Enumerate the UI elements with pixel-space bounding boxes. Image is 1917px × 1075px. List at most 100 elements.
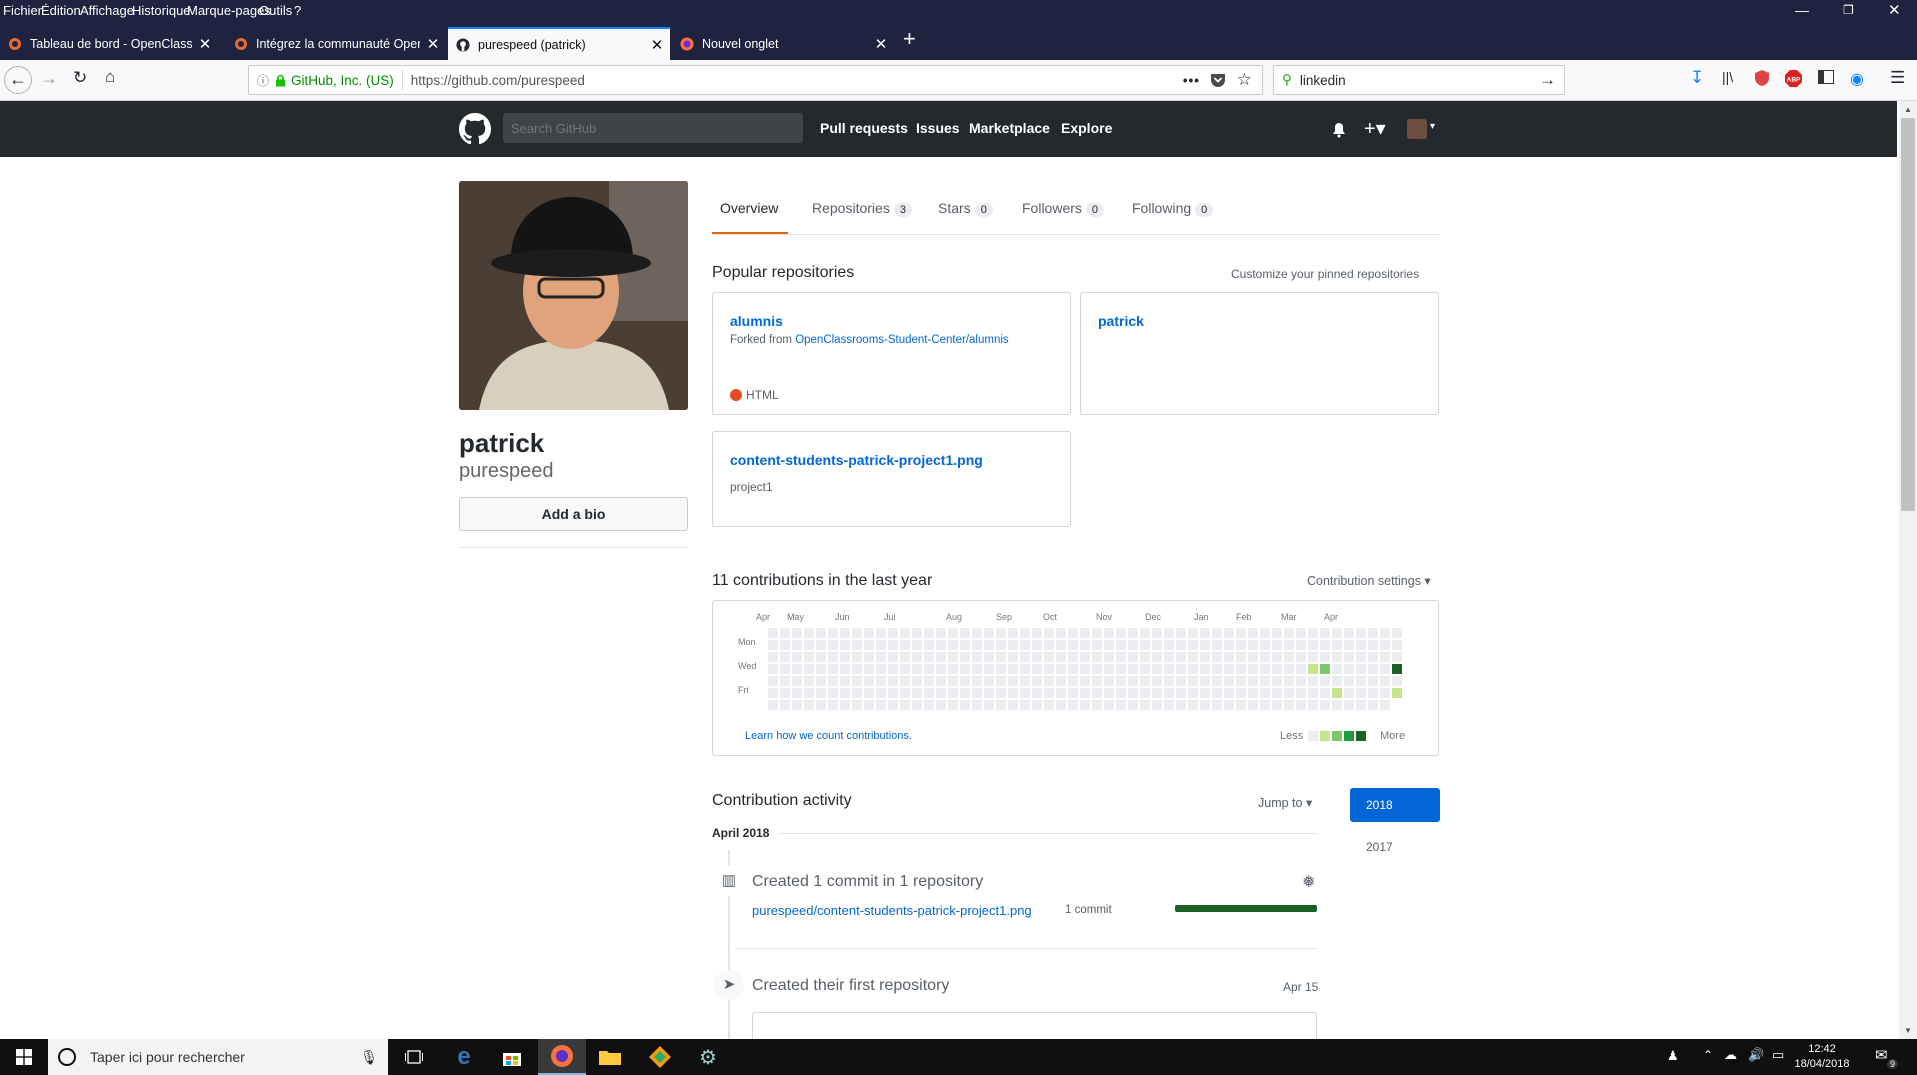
contribution-day[interactable]	[780, 628, 790, 638]
file-explorer-icon[interactable]	[586, 1039, 634, 1075]
contribution-day[interactable]	[888, 652, 898, 662]
contribution-day[interactable]	[1212, 664, 1222, 674]
contribution-day[interactable]	[840, 676, 850, 686]
contribution-day[interactable]	[948, 652, 958, 662]
contribution-day[interactable]	[1164, 676, 1174, 686]
contribution-day[interactable]	[1368, 652, 1378, 662]
contribution-day[interactable]	[1392, 664, 1402, 674]
repo-name-link[interactable]: content-students-patrick-project1.png	[730, 452, 983, 468]
contribution-day[interactable]	[1308, 676, 1318, 686]
contribution-day[interactable]	[804, 688, 814, 698]
contribution-day[interactable]	[924, 676, 934, 686]
contribution-day[interactable]	[1080, 628, 1090, 638]
contribution-day[interactable]	[1092, 640, 1102, 650]
contribution-day[interactable]	[1368, 664, 1378, 674]
clock[interactable]: 12:42 18/04/2018	[1792, 1042, 1852, 1072]
contribution-day[interactable]	[1224, 628, 1234, 638]
contribution-day[interactable]	[816, 700, 826, 710]
contribution-day[interactable]	[1032, 676, 1042, 686]
contribution-day[interactable]	[900, 640, 910, 650]
contribution-day[interactable]	[1056, 664, 1066, 674]
contribution-day[interactable]	[960, 628, 970, 638]
action-center-icon[interactable]: ✉	[1875, 1046, 1888, 1064]
contribution-day[interactable]	[1224, 640, 1234, 650]
contribution-day[interactable]	[1224, 688, 1234, 698]
contribution-day[interactable]	[984, 688, 994, 698]
contribution-day[interactable]	[1248, 628, 1258, 638]
contribution-day[interactable]	[1068, 628, 1078, 638]
contribution-day[interactable]	[1368, 688, 1378, 698]
contribution-day[interactable]	[1332, 688, 1342, 698]
contribution-day[interactable]	[924, 688, 934, 698]
contribution-day[interactable]	[1008, 640, 1018, 650]
network-icon[interactable]: ▭	[1772, 1047, 1784, 1063]
contribution-day[interactable]	[1260, 664, 1270, 674]
contribution-day[interactable]	[792, 640, 802, 650]
contribution-day[interactable]	[972, 652, 982, 662]
contribution-day[interactable]	[1308, 664, 1318, 674]
contribution-day[interactable]	[840, 688, 850, 698]
contribution-day[interactable]	[1296, 628, 1306, 638]
contribution-day[interactable]	[1296, 688, 1306, 698]
contribution-day[interactable]	[1272, 628, 1282, 638]
contribution-day[interactable]	[996, 676, 1006, 686]
contribution-day[interactable]	[804, 676, 814, 686]
contribution-day[interactable]	[1032, 700, 1042, 710]
url-text[interactable]: https://github.com/purespeed	[411, 73, 585, 88]
contribution-day[interactable]	[1176, 652, 1186, 662]
close-tab-icon[interactable]: ✕	[868, 35, 894, 53]
windows-start-icon[interactable]	[0, 1039, 48, 1075]
contribution-day[interactable]	[876, 676, 886, 686]
contribution-day[interactable]	[1344, 628, 1354, 638]
contribution-day[interactable]	[1200, 664, 1210, 674]
contribution-day[interactable]	[1164, 652, 1174, 662]
contribution-day[interactable]	[840, 652, 850, 662]
contribution-day[interactable]	[1188, 640, 1198, 650]
contribution-day[interactable]	[984, 700, 994, 710]
contribution-day[interactable]	[900, 664, 910, 674]
menu-fichier[interactable]: Fichier	[3, 3, 42, 18]
contribution-day[interactable]	[972, 688, 982, 698]
app-icon-2[interactable]: ⚙	[684, 1039, 732, 1075]
contribution-day[interactable]	[1020, 652, 1030, 662]
contribution-day[interactable]	[948, 700, 958, 710]
contribution-day[interactable]	[1176, 664, 1186, 674]
contribution-day[interactable]	[888, 676, 898, 686]
contribution-day[interactable]	[924, 652, 934, 662]
commit-repo-link[interactable]: purespeed/content-students-patrick-proje…	[752, 903, 1032, 918]
chevron-down-icon[interactable]: ▾	[1430, 121, 1435, 132]
contribution-day[interactable]	[1092, 700, 1102, 710]
contribution-day[interactable]	[1368, 628, 1378, 638]
contribution-day[interactable]	[1008, 628, 1018, 638]
contribution-day[interactable]	[1020, 676, 1030, 686]
contribution-day[interactable]	[1152, 664, 1162, 674]
contribution-day[interactable]	[1284, 652, 1294, 662]
contribution-day[interactable]	[1044, 640, 1054, 650]
tab-followers[interactable]: Followers 0	[1022, 200, 1105, 217]
contribution-day[interactable]	[984, 628, 994, 638]
contribution-day[interactable]	[1152, 676, 1162, 686]
contribution-day[interactable]	[924, 700, 934, 710]
contribution-day[interactable]	[1320, 700, 1330, 710]
contribution-day[interactable]	[792, 652, 802, 662]
contribution-day[interactable]	[1056, 700, 1066, 710]
contribution-day[interactable]	[852, 664, 862, 674]
contribution-day[interactable]	[1056, 652, 1066, 662]
contribution-day[interactable]	[1260, 640, 1270, 650]
contribution-day[interactable]	[1032, 652, 1042, 662]
contribution-day[interactable]	[1392, 676, 1402, 686]
contribution-day[interactable]	[1212, 652, 1222, 662]
contribution-day[interactable]	[828, 700, 838, 710]
contribution-day[interactable]	[768, 664, 778, 674]
contribution-day[interactable]	[864, 628, 874, 638]
contribution-day[interactable]	[1332, 676, 1342, 686]
contribution-day[interactable]	[912, 688, 922, 698]
contribution-day[interactable]	[1020, 664, 1030, 674]
close-tab-icon[interactable]: ✕	[192, 35, 218, 53]
restore-icon[interactable]: ❐	[1843, 3, 1854, 17]
contribution-day[interactable]	[804, 628, 814, 638]
contribution-day[interactable]	[1128, 628, 1138, 638]
contribution-day[interactable]	[972, 628, 982, 638]
contribution-day[interactable]	[816, 688, 826, 698]
contribution-day[interactable]	[1380, 628, 1390, 638]
